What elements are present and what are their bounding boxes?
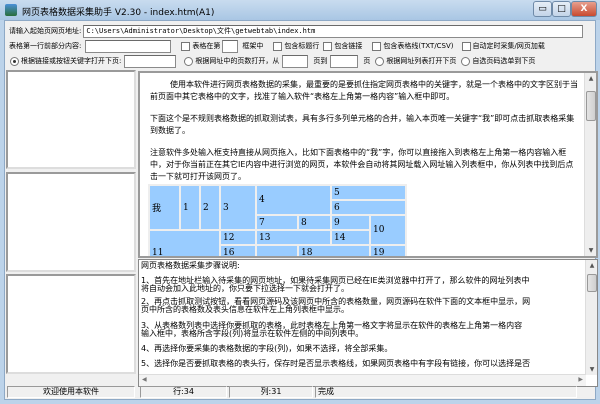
test-table: 我 1 2 3 4 5 6 7 8 9 10 11 12 13 14 16 18… xyxy=(148,184,407,256)
scroll-thumb[interactable] xyxy=(586,91,596,121)
scroll-left-icon[interactable]: ◀ xyxy=(142,376,147,383)
scroll-down-icon[interactable]: ▼ xyxy=(585,247,596,254)
table-cell: 18 xyxy=(299,246,369,256)
title-bar: 网页表格数据采集助手 V2.30 - index.htm(A1) ▭ □ X xyxy=(0,0,600,20)
table-in-label: 表格在第 xyxy=(192,42,221,50)
table-cell: 8 xyxy=(299,216,330,229)
notes-line: 将自动会加入此地址的，你只要下拉选择一下就会打开了。 xyxy=(141,284,349,293)
auto-collect-checkbox[interactable] xyxy=(461,41,471,51)
maximize-button[interactable]: □ xyxy=(552,1,571,17)
url-row: 请输入起始页网页地址: C:\Users\Administrator\Deskt… xyxy=(9,24,584,38)
table-cell: 13 xyxy=(257,231,330,244)
next-page-row: 根据链接或按钮关键字打开下页: 根据网址中的页数打开，从 页到 页 根据网址列表… xyxy=(5,54,535,68)
page-number-radio[interactable] xyxy=(184,56,194,66)
minimize-button[interactable]: ▭ xyxy=(533,1,552,17)
table-cell xyxy=(257,246,297,256)
browser-scrollbar[interactable]: ▲ ▼ xyxy=(584,73,596,256)
url-list-box[interactable] xyxy=(6,274,136,374)
url-label: 请输入起始页网页地址: xyxy=(9,27,82,35)
window-title: 网页表格数据采集助手 V2.30 - index.htm(A1) xyxy=(22,8,215,18)
status-col: 列:31 xyxy=(229,386,313,398)
notes-line: 4、再选择你要采集的表格数据的字段(列)，如果不选择，将全部采集。 xyxy=(141,344,393,353)
url-list-radio-label: 根据网址列表打开下页 xyxy=(386,57,457,65)
include-gridlines-checkbox[interactable] xyxy=(372,41,382,51)
scroll-up-icon[interactable]: ▲ xyxy=(586,262,597,269)
include-header-label: 包含标题行 xyxy=(284,42,320,50)
include-links-label: 包含链接 xyxy=(334,42,363,50)
url-list-radio[interactable] xyxy=(375,56,385,66)
field-list-box[interactable] xyxy=(6,172,136,272)
scroll-down-icon[interactable]: ▼ xyxy=(586,366,597,373)
notes-line: 5、选择你是否要抓取表格的表头行，保存时是否显示表格线，如果网页表格中有字段有链… xyxy=(141,359,531,368)
close-button[interactable]: X xyxy=(571,1,597,17)
table-cell: 10 xyxy=(371,216,405,244)
table-cell: 5 xyxy=(332,186,405,199)
table-cell: 3 xyxy=(221,186,255,229)
options-row: 表格第一行前部分内容: 表格在第 框架中 包含标题行 包含链接 包含表格线(TX… xyxy=(9,39,545,53)
table-cell: 14 xyxy=(332,231,369,244)
table-cell: 12 xyxy=(221,231,255,244)
page-number-radio-label: 根据网址中的页数打开，从 xyxy=(195,57,280,65)
page-to-label: 页到 xyxy=(313,57,328,65)
table-cell: 7 xyxy=(257,216,297,229)
auto-collect-label: 自动定时采集/网页加载 xyxy=(472,42,545,50)
notes-horizontal-scrollbar[interactable]: ◀ ▶ xyxy=(139,374,586,386)
notes-heading: 网页表格数据采集步骤说明: xyxy=(141,261,240,270)
intro-paragraph: 使用本软件进行网页表格数据的采集，最重要的是要抓住指定网页表格中的关键字，就是一… xyxy=(150,80,578,101)
page-suffix-label: 页 xyxy=(363,57,371,65)
scroll-right-icon[interactable]: ▶ xyxy=(578,376,583,383)
table-cell: 6 xyxy=(332,201,405,214)
frame-suffix-label: 框架中 xyxy=(242,42,264,50)
keyword-input[interactable] xyxy=(124,54,177,68)
frame-number-input[interactable] xyxy=(222,39,239,53)
first-row-input[interactable] xyxy=(85,39,172,53)
scroll-up-icon[interactable]: ▲ xyxy=(585,75,596,82)
auto-select-radio-label: 自选页码选单到下页 xyxy=(472,57,536,65)
main-window: 请输入起始页网页地址: C:\Users\Administrator\Deskt… xyxy=(4,20,598,400)
url-input[interactable]: C:\Users\Administrator\Desktop\文件\getweb… xyxy=(83,24,584,38)
source-text-area[interactable]: 网页表格数据采集步骤说明: 1、首先在地址栏输入待采集的网页地址，如果待采集网页… xyxy=(138,259,598,387)
page-from-input[interactable] xyxy=(282,54,309,68)
table-cell: 9 xyxy=(332,216,369,229)
first-row-label: 表格第一行前部分内容: xyxy=(9,42,82,50)
notes-line: 页中所含的表格数及表头信息在软件左上角列表框中显示。 xyxy=(141,305,349,314)
keyword-radio[interactable] xyxy=(10,56,19,66)
page-to-input[interactable] xyxy=(330,54,359,68)
app-icon xyxy=(5,4,17,16)
keyword-radio-label: 根据链接或按钮关键字打开下页: xyxy=(21,57,122,65)
test-table-paragraph: 下面这个是不规则表格数据的抓取测试表，具有多行多列单元格的合并，输入本页唯一关键… xyxy=(150,114,575,135)
auto-select-radio[interactable] xyxy=(461,56,471,66)
table-cell: 11 xyxy=(150,231,219,256)
table-list-box[interactable] xyxy=(6,70,136,169)
status-welcome: 欢迎使用本软件 xyxy=(7,386,135,398)
table-in-frame-checkbox[interactable] xyxy=(181,41,191,51)
include-header-checkbox[interactable] xyxy=(273,41,283,51)
scroll-thumb[interactable] xyxy=(587,274,597,292)
table-cell: 4 xyxy=(257,186,330,214)
include-gridlines-label: 包含表格线(TXT/CSV) xyxy=(383,42,454,50)
drag-drop-paragraph: 注意软件多处输入框支持直接从网页拖入，比如下面表格中的“我”字，你可以直接拖入到… xyxy=(150,148,574,181)
web-browser-view[interactable]: 使用本软件进行网页表格数据的采集，最重要的是要抓住指定网页表格中的关键字，就是一… xyxy=(138,71,598,258)
table-cell: 2 xyxy=(201,186,219,229)
status-row: 行:34 xyxy=(140,386,227,398)
table-cell: 19 xyxy=(371,246,405,256)
notes-vertical-scrollbar[interactable]: ▲ ▼ xyxy=(585,260,597,375)
include-links-checkbox[interactable] xyxy=(323,41,333,51)
table-cell: 我 xyxy=(150,186,179,229)
notes-line: 输入框中，表格所含字段(列)将显示在软件左侧的中间列表中。 xyxy=(141,329,364,338)
table-cell: 16 xyxy=(221,246,255,256)
table-cell: 1 xyxy=(181,186,199,229)
status-state: 完成 xyxy=(315,386,577,398)
